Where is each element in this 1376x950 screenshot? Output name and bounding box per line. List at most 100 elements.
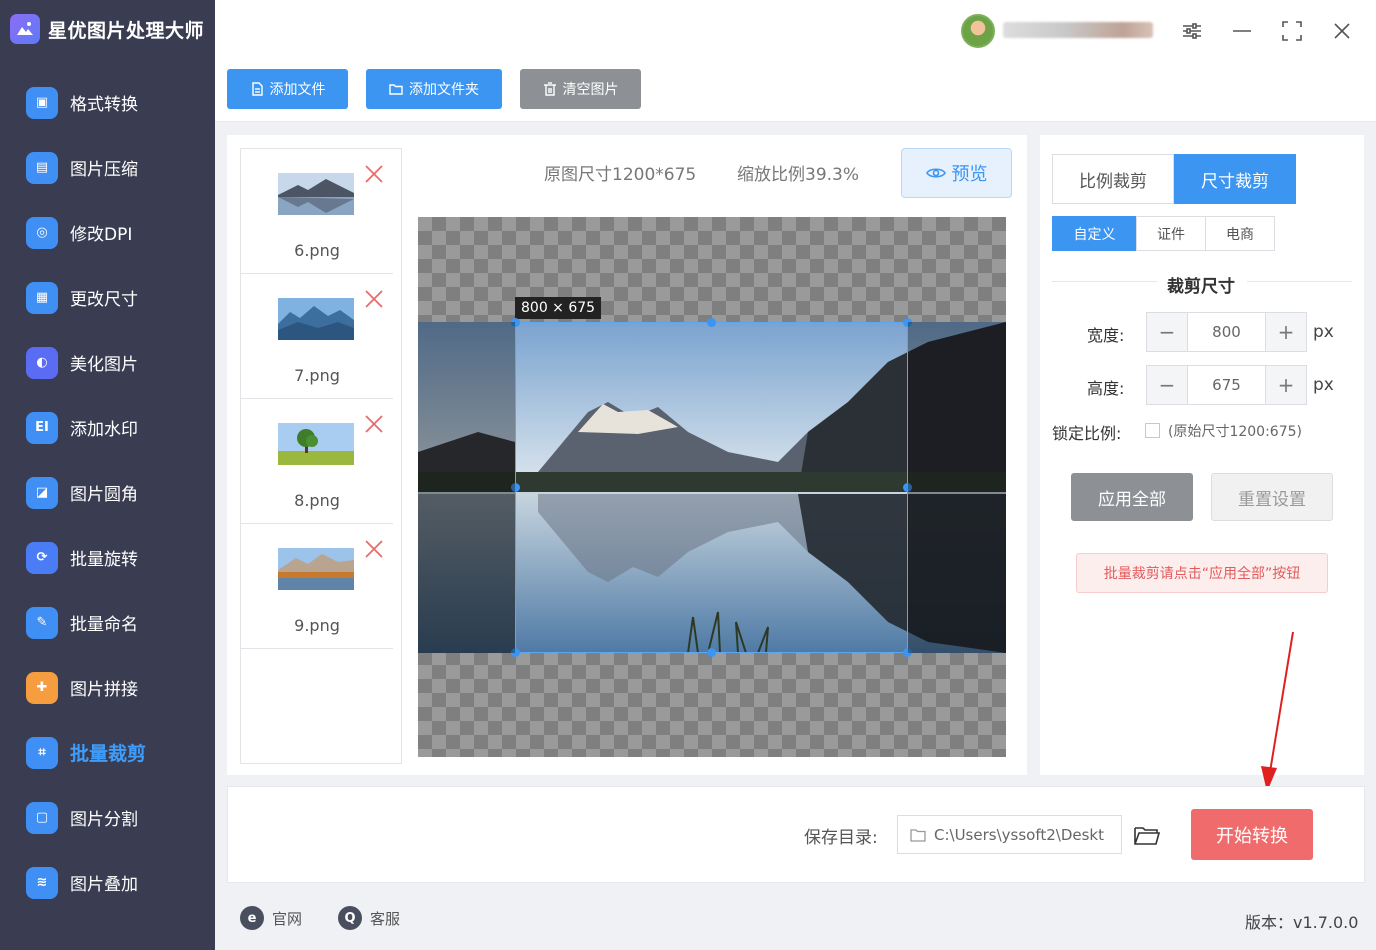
list-item[interactable]: 9.png <box>241 524 393 649</box>
version-text: 版本：v1.7.0.0 <box>1245 913 1359 932</box>
sidebar-item-12[interactable]: ≋ 图片叠加 <box>0 850 215 915</box>
rotate-icon: ⟳ <box>26 541 58 574</box>
sidebar-item-0[interactable]: ▣ 格式转换 <box>0 70 215 135</box>
preview-button[interactable]: 预览 <box>901 148 1012 198</box>
sidebar-item-5[interactable]: EI 添加水印 <box>0 395 215 460</box>
tab-ratio-crop[interactable]: 比例裁剪 <box>1052 154 1174 204</box>
app-logo-icon <box>10 14 40 44</box>
folder-icon <box>389 84 403 95</box>
save-directory-input[interactable]: C:\Users\yssoft2\Deskt <box>897 815 1122 854</box>
file-icon <box>251 82 263 96</box>
save-directory-label: 保存目录: <box>804 828 878 848</box>
crop-canvas[interactable]: 800 × 675 <box>418 217 1006 757</box>
width-decrement-button[interactable]: − <box>1147 313 1187 351</box>
sidebar-item-2[interactable]: ◎ 修改DPI <box>0 200 215 265</box>
crop-handle-bottom-right[interactable] <box>903 648 912 657</box>
crop-handle-bottom[interactable] <box>707 648 716 657</box>
customer-service-link[interactable]: Q 客服 <box>338 906 400 930</box>
sidebar-item-4[interactable]: ◐ 美化图片 <box>0 330 215 395</box>
open-folder-icon[interactable] <box>1132 820 1162 850</box>
subtab-ecommerce[interactable]: 电商 <box>1205 216 1275 251</box>
sidebar-item-3[interactable]: ▦ 更改尺寸 <box>0 265 215 330</box>
thumbnail-lake-mountain <box>278 173 354 215</box>
apply-all-button[interactable]: 应用全部 <box>1071 473 1193 521</box>
folder-icon <box>910 828 926 842</box>
chat-icon: Q <box>338 906 362 930</box>
sidebar: 星优图片处理大师 ▣ 格式转换 ▤ 图片压缩 ◎ 修改DPI ▦ 更改尺寸 ◐ 美化图片 EI 添加水… <box>0 0 215 950</box>
minimize-icon[interactable] <box>1227 16 1257 46</box>
height-unit: px <box>1313 375 1334 395</box>
file-name: 7.png <box>294 366 340 385</box>
width-stepper[interactable]: − 800 + <box>1146 312 1307 352</box>
height-stepper[interactable]: − 675 + <box>1146 365 1307 405</box>
add-folder-button[interactable]: 添加文件夹 <box>366 69 502 109</box>
sidebar-item-label: 图片分割 <box>70 810 138 830</box>
clear-images-label: 清空图片 <box>562 82 619 98</box>
layers-icon: ≋ <box>26 866 58 899</box>
height-decrement-button[interactable]: − <box>1147 366 1187 404</box>
subtab-custom[interactable]: 自定义 <box>1052 216 1137 251</box>
list-item[interactable]: 7.png <box>241 274 393 399</box>
website-link[interactable]: e 官网 <box>240 906 302 930</box>
delete-x-icon[interactable] <box>363 163 385 185</box>
original-size-text: 原图尺寸1200*675 <box>544 165 697 185</box>
sidebar-item-label: 更改尺寸 <box>70 290 138 310</box>
width-increment-button[interactable]: + <box>1266 313 1306 351</box>
sidebar-item-1[interactable]: ▤ 图片压缩 <box>0 135 215 200</box>
crop-handle-right[interactable] <box>903 483 912 492</box>
delete-x-icon[interactable] <box>363 413 385 435</box>
add-file-label: 添加文件 <box>269 82 326 98</box>
sidebar-item-label: 批量命名 <box>70 615 138 635</box>
sidebar-item-label: 图片叠加 <box>70 875 138 895</box>
file-list[interactable]: 6.png 7.png 8.png 9.png <box>240 148 402 764</box>
image-convert-icon: ▣ <box>26 86 58 119</box>
add-file-button[interactable]: 添加文件 <box>227 69 348 109</box>
delete-x-icon[interactable] <box>363 538 385 560</box>
crop-handle-bottom-left[interactable] <box>511 648 520 657</box>
save-path-text: C:\Users\yssoft2\Deskt <box>934 825 1104 844</box>
website-label: 官网 <box>272 909 303 928</box>
crop-handle-top-right[interactable] <box>903 318 912 327</box>
list-item[interactable]: 6.png <box>241 149 393 274</box>
list-item[interactable]: 8.png <box>241 399 393 524</box>
width-unit: px <box>1313 322 1334 342</box>
crop-selection-box[interactable] <box>511 318 912 657</box>
width-input[interactable]: 800 <box>1187 313 1266 351</box>
reset-settings-button[interactable]: 重置设置 <box>1211 473 1333 521</box>
crop-handle-top[interactable] <box>707 318 716 327</box>
sidebar-item-8[interactable]: ✎ 批量命名 <box>0 590 215 655</box>
close-icon[interactable] <box>1327 16 1357 46</box>
brand: 星优图片处理大师 <box>0 0 215 58</box>
lock-ratio-hint: (原始尺寸1200:675) <box>1168 424 1302 440</box>
resize-icon: ▦ <box>26 281 58 314</box>
tab-size-crop[interactable]: 尺寸裁剪 <box>1174 154 1296 204</box>
width-label: 宽度: <box>1087 326 1125 345</box>
add-folder-label: 添加文件夹 <box>409 82 479 98</box>
watermark-icon: EI <box>26 411 58 444</box>
sidebar-item-label: 美化图片 <box>70 355 138 375</box>
lock-ratio-checkbox[interactable] <box>1145 423 1160 438</box>
delete-x-icon[interactable] <box>363 288 385 310</box>
batch-crop-tip: 批量裁剪请点击“应用全部”按钮 <box>1076 553 1328 593</box>
sidebar-item-7[interactable]: ⟳ 批量旋转 <box>0 525 215 590</box>
sidebar-nav: ▣ 格式转换 ▤ 图片压缩 ◎ 修改DPI ▦ 更改尺寸 ◐ 美化图片 EI 添加水印 ◪ 图片圆角 ⟳ 批量… <box>0 70 215 915</box>
split-icon: ▢ <box>26 801 58 834</box>
subtab-id-photo[interactable]: 证件 <box>1136 216 1206 251</box>
height-input[interactable]: 675 <box>1187 366 1266 404</box>
sidebar-item-11[interactable]: ▢ 图片分割 <box>0 785 215 850</box>
height-increment-button[interactable]: + <box>1266 366 1306 404</box>
avatar[interactable] <box>961 14 995 48</box>
annotation-arrow-icon <box>1261 631 1294 792</box>
height-label: 高度: <box>1087 379 1125 398</box>
sidebar-item-9[interactable]: ✚ 图片拼接 <box>0 655 215 720</box>
settings-sliders-icon[interactable] <box>1177 16 1207 46</box>
thumbnail-blue-mountains <box>278 298 354 340</box>
start-convert-button[interactable]: 开始转换 <box>1191 809 1313 860</box>
crop-handle-left[interactable] <box>511 483 520 492</box>
sidebar-item-6[interactable]: ◪ 图片圆角 <box>0 460 215 525</box>
crop-handle-top-left[interactable] <box>511 318 520 327</box>
clear-images-button[interactable]: 清空图片 <box>520 69 641 109</box>
maximize-icon[interactable] <box>1277 16 1307 46</box>
round-corner-icon: ◪ <box>26 476 58 509</box>
sidebar-item-10[interactable]: ⌗ 批量裁剪 <box>0 720 215 785</box>
